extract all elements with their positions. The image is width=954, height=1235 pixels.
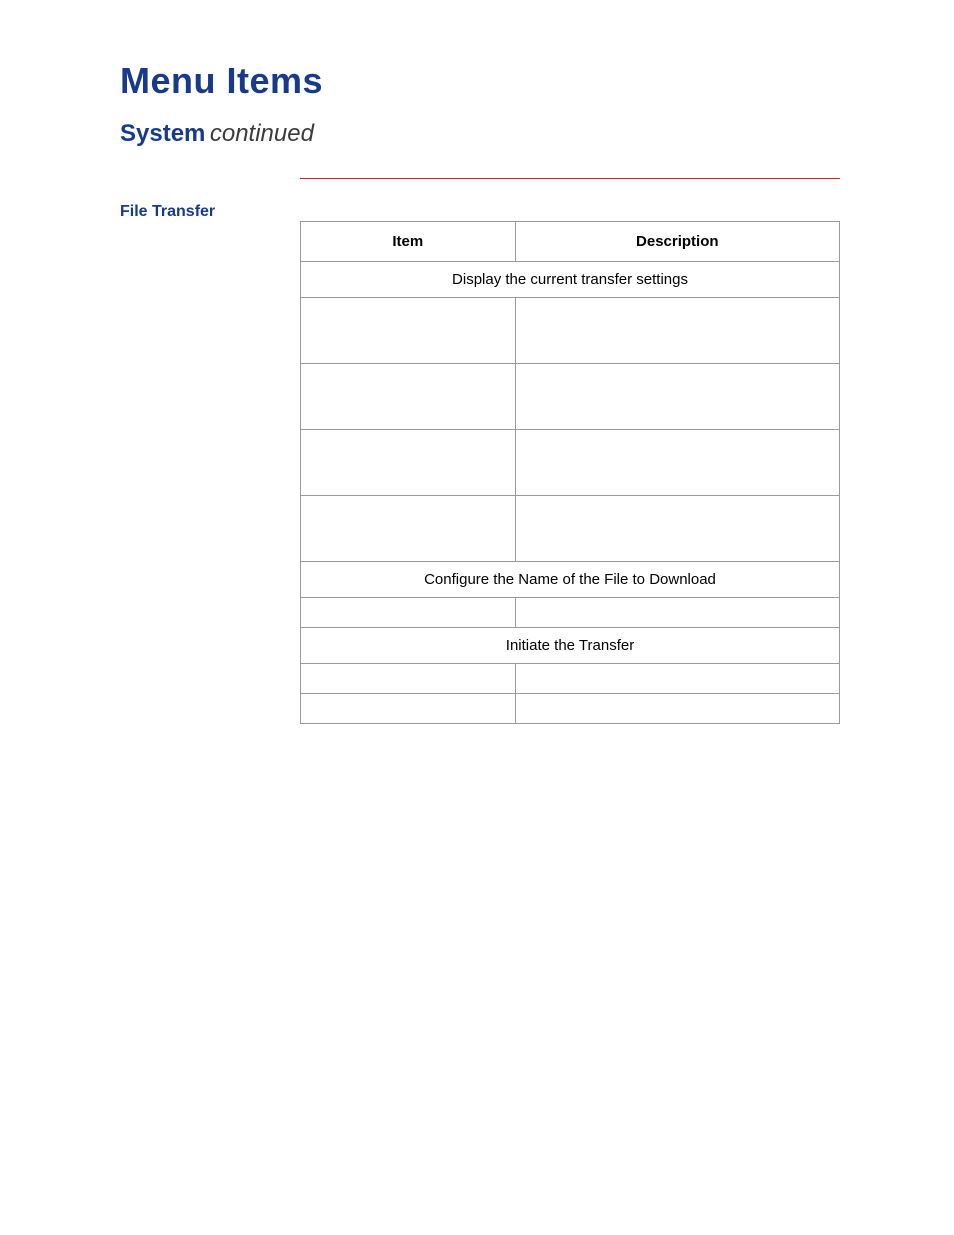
cell-description xyxy=(515,598,839,628)
cell-description xyxy=(515,430,839,496)
table-row xyxy=(301,496,840,562)
table-row: Initiate the Transfer xyxy=(301,628,840,664)
cell-description xyxy=(515,364,839,430)
cell-description xyxy=(515,664,839,694)
section-row-display-settings: Display the current transfer settings xyxy=(301,262,840,298)
cell-description xyxy=(515,496,839,562)
cell-item xyxy=(301,298,516,364)
table-row xyxy=(301,364,840,430)
file-transfer-table: Item Description Display the current tra… xyxy=(300,221,840,724)
table-header-row: Item Description xyxy=(301,222,840,262)
table-row xyxy=(301,694,840,724)
table-row: Display the current transfer settings xyxy=(301,262,840,298)
table-row xyxy=(301,664,840,694)
section-row-initiate-transfer: Initiate the Transfer xyxy=(301,628,840,664)
header-description: Description xyxy=(515,222,839,262)
header-item: Item xyxy=(301,222,516,262)
divider-rule xyxy=(300,178,840,179)
table-row: Configure the Name of the File to Downlo… xyxy=(301,562,840,598)
section-row-configure-filename: Configure the Name of the File to Downlo… xyxy=(301,562,840,598)
section-heading: System continued xyxy=(120,120,844,148)
cell-item xyxy=(301,430,516,496)
content-row: File Transfer Item Description Display t… xyxy=(120,201,844,724)
table-row xyxy=(301,298,840,364)
document-page: Menu Items System continued File Transfe… xyxy=(0,0,954,1235)
cell-item xyxy=(301,694,516,724)
table-container: Item Description Display the current tra… xyxy=(300,201,844,724)
table-row xyxy=(301,430,840,496)
cell-description xyxy=(515,694,839,724)
table-row xyxy=(301,598,840,628)
page-title: Menu Items xyxy=(120,60,844,102)
section-suffix: continued xyxy=(210,120,314,147)
section-name: System xyxy=(120,120,205,147)
sidebar-label: File Transfer xyxy=(120,201,300,221)
cell-description xyxy=(515,298,839,364)
cell-item xyxy=(301,364,516,430)
cell-item xyxy=(301,598,516,628)
cell-item xyxy=(301,664,516,694)
cell-item xyxy=(301,496,516,562)
